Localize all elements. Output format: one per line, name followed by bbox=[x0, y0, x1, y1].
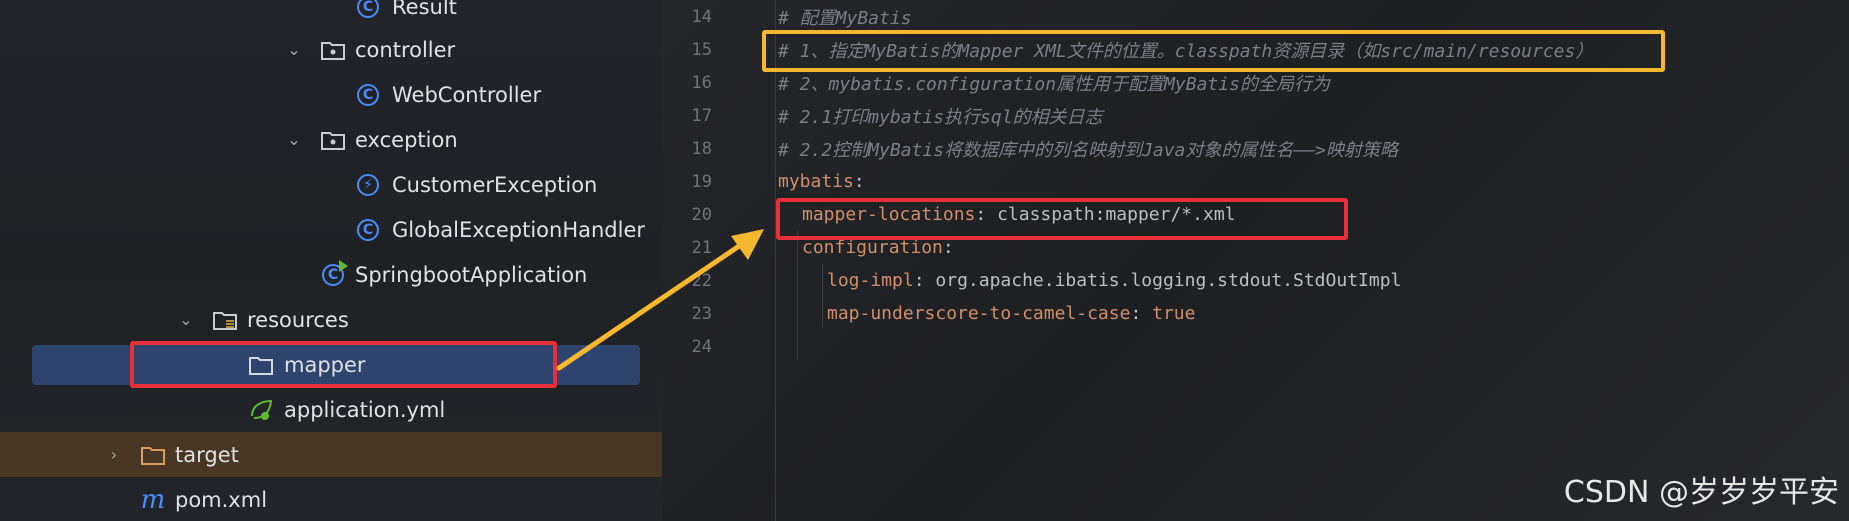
annotation-arrow bbox=[556, 229, 764, 371]
watermark: CSDN @岁岁岁平安 bbox=[1563, 475, 1839, 510]
